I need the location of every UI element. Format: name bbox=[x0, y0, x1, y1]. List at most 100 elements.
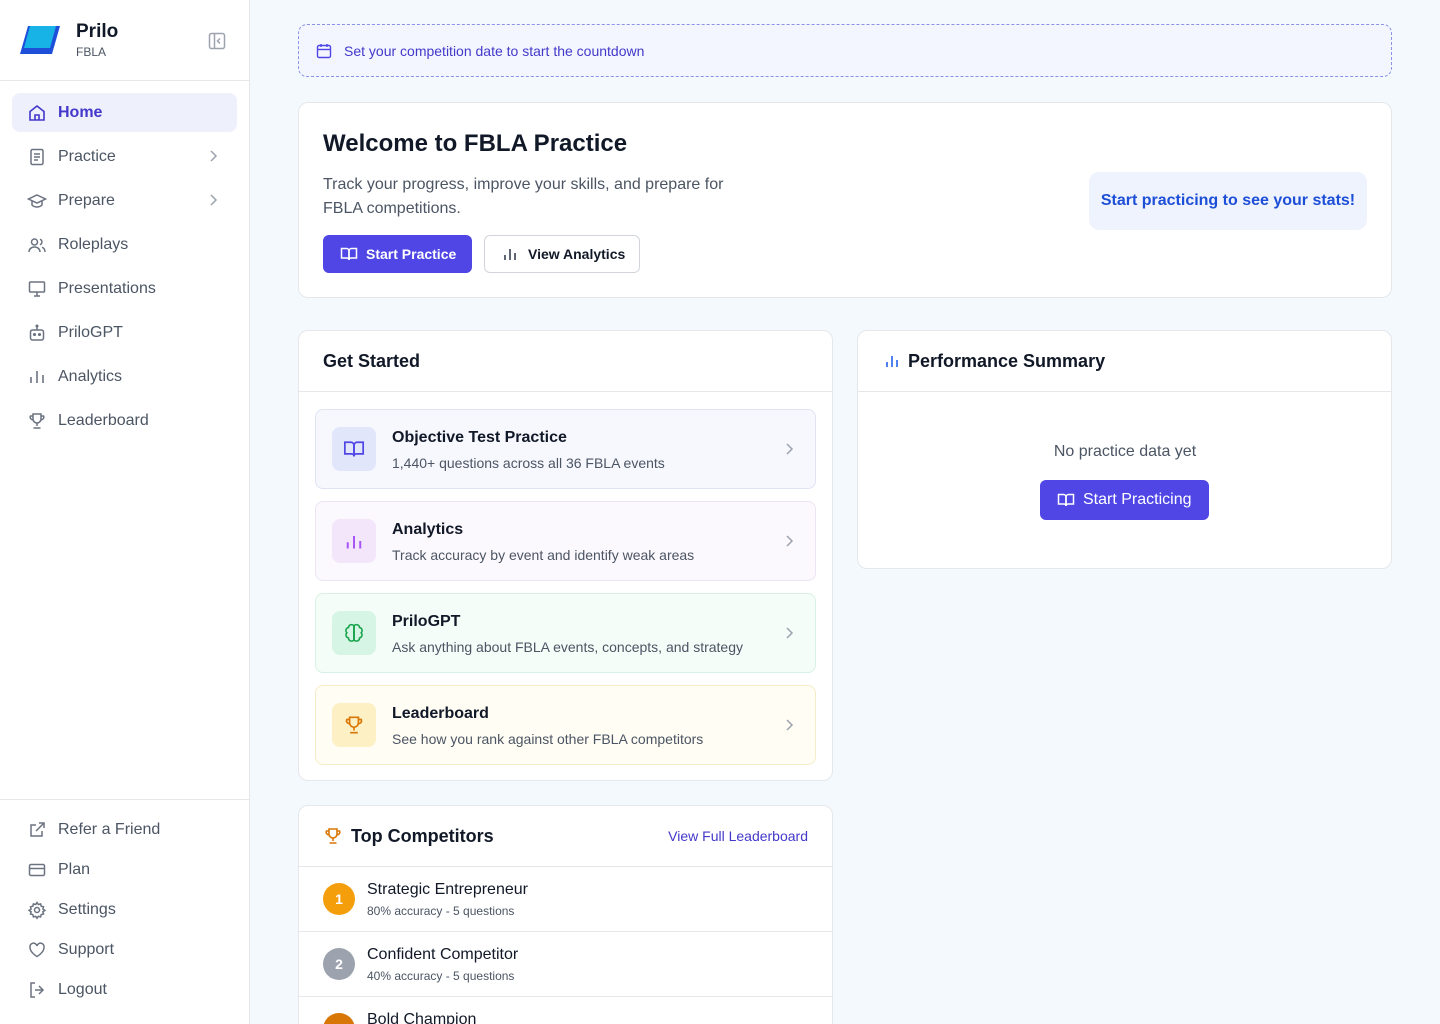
home-icon bbox=[27, 103, 47, 123]
bot-icon bbox=[27, 323, 47, 343]
chevron-right-icon bbox=[210, 150, 218, 162]
empty-state-text: No practice data yet bbox=[1053, 443, 1197, 460]
item-desc: Ask anything about FBLA events, concepts… bbox=[392, 639, 743, 655]
rank-badge: 3 bbox=[323, 1013, 355, 1024]
competitor-name: Bold Champion bbox=[367, 1011, 477, 1024]
competitor-row[interactable]: 1 Strategic Entrepreneur 80% accuracy - … bbox=[299, 867, 832, 932]
brain-icon bbox=[332, 611, 376, 655]
sidebar-item-plan[interactable]: Plan bbox=[12, 852, 237, 888]
banner-text: Set your competition date to start the c… bbox=[344, 42, 645, 59]
book-open-icon bbox=[332, 427, 376, 471]
start-practicing-label: Start Practicing bbox=[1083, 491, 1192, 508]
main-nav: Home Practice Prepare Roleplays Presenta… bbox=[12, 93, 237, 445]
performance-title: Performance Summary bbox=[908, 350, 1106, 371]
analytics-item[interactable]: Analytics Track accuracy by event and id… bbox=[315, 501, 816, 581]
competitors-header: Top Competitors View Full Leaderboard bbox=[299, 806, 832, 867]
logout-icon bbox=[27, 980, 47, 1000]
gear-icon bbox=[27, 900, 47, 920]
view-analytics-button[interactable]: View Analytics bbox=[484, 235, 640, 273]
sidebar-item-label: PriloGPT bbox=[58, 323, 123, 341]
competitor-stats: 40% accuracy - 5 questions bbox=[367, 969, 515, 983]
item-desc: See how you rank against other FBLA comp… bbox=[392, 731, 704, 747]
chevron-right-icon bbox=[786, 535, 794, 547]
chevron-right-icon bbox=[786, 443, 794, 455]
start-practicing-button[interactable]: Start Practicing bbox=[1040, 480, 1209, 520]
welcome-subtitle: Track your progress, improve your skills… bbox=[323, 176, 724, 217]
brand-subtitle: FBLA bbox=[76, 45, 107, 59]
presentation-icon bbox=[27, 279, 47, 299]
external-link-icon bbox=[27, 820, 47, 840]
item-title: PriloGPT bbox=[392, 613, 461, 630]
sidebar-item-home[interactable]: Home bbox=[12, 93, 237, 132]
item-title: Leaderboard bbox=[392, 705, 489, 722]
sidebar-item-label: Analytics bbox=[58, 367, 123, 385]
chevron-right-icon bbox=[786, 627, 794, 639]
start-practice-label: Start Practice bbox=[366, 246, 457, 262]
sidebar-item-label: Leaderboard bbox=[58, 411, 149, 429]
document-icon bbox=[27, 147, 47, 167]
sidebar-item-label: Prepare bbox=[58, 191, 115, 209]
item-title: Objective Test Practice bbox=[392, 429, 567, 446]
sidebar-item-logout[interactable]: Logout bbox=[12, 972, 237, 1008]
chevron-right-icon bbox=[210, 194, 218, 206]
sidebar-item-label: Presentations bbox=[58, 279, 156, 297]
calendar-icon bbox=[315, 42, 333, 60]
brand-header: Prilo FBLA bbox=[0, 0, 249, 81]
sidebar-item-support[interactable]: Support bbox=[12, 932, 237, 968]
heart-icon bbox=[27, 940, 47, 960]
sidebar-item-label: Support bbox=[58, 941, 115, 958]
bar-chart-icon bbox=[504, 249, 516, 260]
competitors-title: Top Competitors bbox=[351, 825, 494, 846]
trophy-icon bbox=[27, 411, 47, 431]
leaderboard-item[interactable]: Leaderboard See how you rank against oth… bbox=[315, 685, 816, 765]
sidebar-item-prilogpt[interactable]: PriloGPT bbox=[12, 313, 237, 352]
competitor-name: Strategic Entrepreneur bbox=[367, 881, 528, 898]
sidebar-item-label: Refer a Friend bbox=[58, 821, 161, 838]
start-practice-button[interactable]: Start Practice bbox=[323, 235, 472, 273]
book-open-icon bbox=[340, 247, 358, 261]
get-started-card: Get Started Objective Test Practice 1,44… bbox=[298, 330, 833, 781]
sidebar-item-label: Home bbox=[58, 103, 103, 121]
sidebar-item-refer[interactable]: Refer a Friend bbox=[12, 812, 237, 848]
sidebar-item-label: Logout bbox=[58, 981, 107, 998]
stats-placeholder: Start practicing to see your stats! bbox=[1089, 172, 1367, 230]
sidebar-item-roleplays[interactable]: Roleplays bbox=[12, 225, 237, 264]
view-full-leaderboard-link[interactable]: View Full Leaderboard bbox=[668, 828, 808, 844]
get-started-title: Get Started bbox=[299, 331, 832, 392]
graduation-cap-icon bbox=[27, 191, 47, 211]
item-desc: 1,440+ questions across all 36 FBLA even… bbox=[392, 455, 665, 471]
performance-summary-card: Performance Summary No practice data yet… bbox=[857, 330, 1392, 569]
performance-header: Performance Summary bbox=[858, 331, 1391, 392]
sidebar-item-label: Plan bbox=[58, 861, 91, 878]
sidebar-item-label: Roleplays bbox=[58, 235, 129, 253]
sidebar-item-analytics[interactable]: Analytics bbox=[12, 357, 237, 396]
competition-date-banner[interactable]: Set your competition date to start the c… bbox=[298, 24, 1392, 77]
sidebar-item-leaderboard[interactable]: Leaderboard bbox=[12, 401, 237, 440]
objective-test-practice-item[interactable]: Objective Test Practice 1,440+ questions… bbox=[315, 409, 816, 489]
view-analytics-label: View Analytics bbox=[528, 246, 626, 262]
chevron-right-icon bbox=[786, 719, 794, 731]
sidebar-item-prepare[interactable]: Prepare bbox=[12, 181, 237, 220]
book-open-icon bbox=[1057, 493, 1075, 507]
users-icon bbox=[27, 235, 47, 255]
sidebar-item-presentations[interactable]: Presentations bbox=[12, 269, 237, 308]
credit-card-icon bbox=[27, 860, 47, 880]
trophy-icon bbox=[332, 703, 376, 747]
sidebar-collapse-button[interactable] bbox=[205, 29, 229, 53]
sidebar-item-practice[interactable]: Practice bbox=[12, 137, 237, 176]
sidebar-item-settings[interactable]: Settings bbox=[12, 892, 237, 928]
competitor-row[interactable]: 3 Bold Champion bbox=[299, 997, 832, 1024]
welcome-card: Welcome to FBLA Practice Track your prog… bbox=[298, 102, 1392, 298]
competitor-row[interactable]: 2 Confident Competitor 40% accuracy - 5 … bbox=[299, 932, 832, 997]
sidebar: Prilo FBLA Home Practice Prepare Rolepla… bbox=[0, 0, 250, 1024]
welcome-title: Welcome to FBLA Practice bbox=[323, 130, 628, 157]
top-competitors-card: Top Competitors View Full Leaderboard 1 … bbox=[298, 805, 833, 1024]
sidebar-footer-nav: Refer a Friend Plan Settings Support Log… bbox=[0, 799, 249, 1012]
rank-badge: 1 bbox=[323, 883, 355, 915]
prilogpt-item[interactable]: PriloGPT Ask anything about FBLA events,… bbox=[315, 593, 816, 673]
prilo-logo-icon bbox=[20, 26, 60, 54]
trophy-icon bbox=[325, 828, 341, 844]
rank-badge: 2 bbox=[323, 948, 355, 980]
sidebar-item-label: Settings bbox=[58, 901, 116, 918]
competitor-name: Confident Competitor bbox=[367, 946, 519, 963]
